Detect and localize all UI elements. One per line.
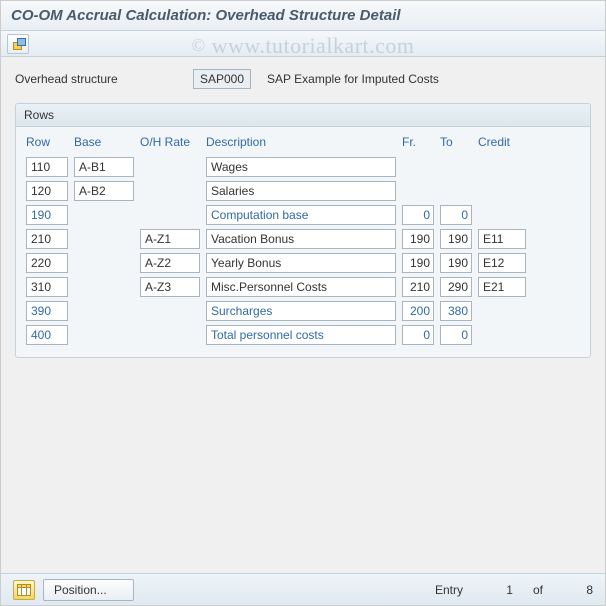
cell-ohrate[interactable]: A-Z1 bbox=[140, 229, 200, 249]
overhead-structure-desc: SAP Example for Imputed Costs bbox=[267, 72, 439, 86]
col-desc[interactable]: Description bbox=[206, 135, 396, 149]
table-row: 190 Computation base 00 bbox=[16, 203, 590, 227]
cell-description[interactable]: Computation base bbox=[206, 205, 396, 225]
col-row[interactable]: Row bbox=[26, 135, 68, 149]
grid-header: Row Base O/H Rate Description Fr. To Cre… bbox=[16, 133, 590, 151]
footer-bar: Position... Entry 1 of 8 bbox=[1, 573, 605, 605]
cell-description[interactable]: Wages bbox=[206, 157, 396, 177]
object-navigator-icon bbox=[12, 38, 24, 50]
cell-row[interactable]: 120 bbox=[26, 181, 68, 201]
window-title: CO-OM Accrual Calculation: Overhead Stru… bbox=[1, 1, 605, 31]
table-row: 120 A-B2 Salaries bbox=[16, 179, 590, 203]
table-row: 400 Total personnel costs 00 bbox=[16, 323, 590, 347]
cell-row[interactable]: 220 bbox=[26, 253, 68, 273]
app-toolbar bbox=[1, 31, 605, 57]
cell-to[interactable]: 190 bbox=[440, 229, 472, 249]
cell-fr[interactable]: 210 bbox=[402, 277, 434, 297]
entry-total: 8 bbox=[563, 583, 593, 597]
cell-row[interactable]: 210 bbox=[26, 229, 68, 249]
cell-row[interactable]: 110 bbox=[26, 157, 68, 177]
cell-fr[interactable]: 0 bbox=[402, 325, 434, 345]
cell-to[interactable]: 0 bbox=[440, 325, 472, 345]
cell-row[interactable]: 310 bbox=[26, 277, 68, 297]
cell-credit[interactable]: E21 bbox=[478, 277, 526, 297]
object-navigator-button[interactable] bbox=[7, 34, 29, 54]
cell-description[interactable]: Total personnel costs bbox=[206, 325, 396, 345]
cell-base[interactable]: A-B2 bbox=[74, 181, 134, 201]
cell-credit[interactable]: E11 bbox=[478, 229, 526, 249]
cell-row[interactable]: 400 bbox=[26, 325, 68, 345]
cell-to[interactable]: 290 bbox=[440, 277, 472, 297]
cell-description[interactable]: Misc.Personnel Costs bbox=[206, 277, 396, 297]
position-button[interactable]: Position... bbox=[43, 579, 134, 601]
cell-ohrate[interactable]: A-Z3 bbox=[140, 277, 200, 297]
rows-panel-title: Rows bbox=[16, 104, 590, 127]
cell-to[interactable]: 0 bbox=[440, 205, 472, 225]
cell-description[interactable]: Vacation Bonus bbox=[206, 229, 396, 249]
cell-to[interactable]: 380 bbox=[440, 301, 472, 321]
table-row: 220 A-Z2 Yearly Bonus 190 190 E12 bbox=[16, 251, 590, 275]
entry-of-label: of bbox=[533, 583, 543, 597]
cell-description[interactable]: Yearly Bonus bbox=[206, 253, 396, 273]
cell-row[interactable]: 190 bbox=[26, 205, 68, 225]
cell-description[interactable]: Salaries bbox=[206, 181, 396, 201]
cell-fr[interactable]: 200 bbox=[402, 301, 434, 321]
grid-body: 110 A-B1 Wages 120 A-B2 Salaries 190 Computatio… bbox=[16, 155, 590, 347]
col-credit[interactable]: Credit bbox=[478, 135, 526, 149]
col-ohrate[interactable]: O/H Rate bbox=[140, 135, 200, 149]
table-row: 390 Surcharges 200 380 bbox=[16, 299, 590, 323]
overhead-structure-row: Overhead structure SAP000 SAP Example fo… bbox=[15, 69, 591, 89]
table-row: 110 A-B1 Wages bbox=[16, 155, 590, 179]
rows-panel: Rows Row Base O/H Rate Description Fr. T… bbox=[15, 103, 591, 358]
table-row: 310 A-Z3 Misc.Personnel Costs 210 290 E21 bbox=[16, 275, 590, 299]
layout-icon bbox=[17, 584, 31, 596]
cell-base[interactable]: A-B1 bbox=[74, 157, 134, 177]
entry-label: Entry bbox=[435, 583, 463, 597]
cell-fr[interactable]: 0 bbox=[402, 205, 434, 225]
layout-button[interactable] bbox=[13, 580, 35, 600]
cell-fr[interactable]: 190 bbox=[402, 229, 434, 249]
cell-fr[interactable]: 190 bbox=[402, 253, 434, 273]
cell-credit[interactable]: E12 bbox=[478, 253, 526, 273]
col-to[interactable]: To bbox=[440, 135, 472, 149]
overhead-structure-label: Overhead structure bbox=[15, 72, 185, 86]
col-fr[interactable]: Fr. bbox=[402, 135, 434, 149]
cell-to[interactable]: 190 bbox=[440, 253, 472, 273]
table-row: 210 A-Z1 Vacation Bonus 190 190 E11 bbox=[16, 227, 590, 251]
entry-current: 1 bbox=[483, 583, 513, 597]
cell-row[interactable]: 390 bbox=[26, 301, 68, 321]
cell-ohrate[interactable]: A-Z2 bbox=[140, 253, 200, 273]
col-base[interactable]: Base bbox=[74, 135, 134, 149]
cell-description[interactable]: Surcharges bbox=[206, 301, 396, 321]
overhead-structure-value: SAP000 bbox=[193, 69, 251, 89]
entry-status: Entry 1 of 8 bbox=[435, 583, 593, 597]
